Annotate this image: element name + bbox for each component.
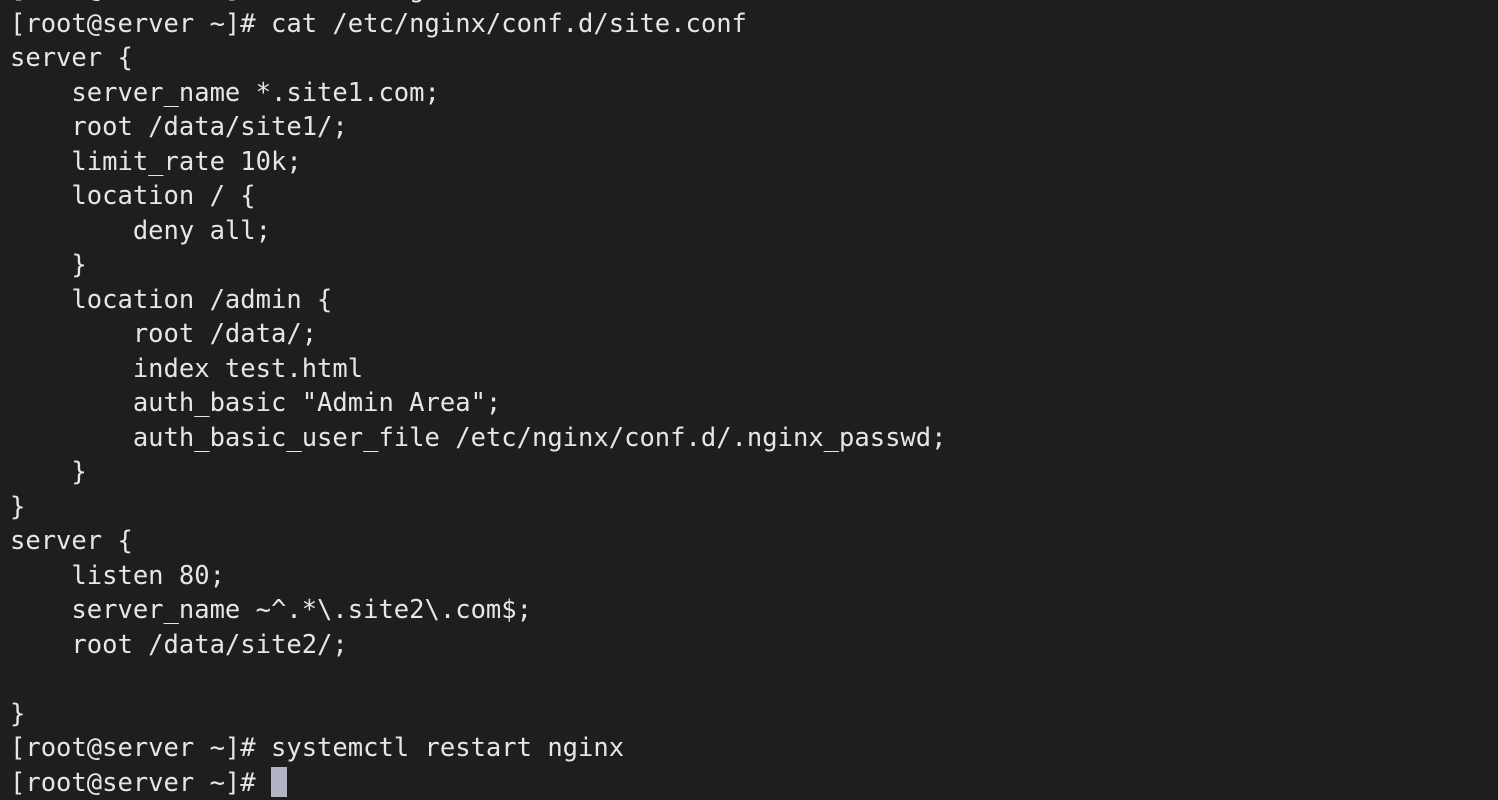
terminal-line: limit_rate 10k; [0,145,1498,180]
terminal-line: server { [0,524,1498,559]
terminal-screen[interactable]: [root@server ~]# vi /etc/nginx/conf.d/si… [0,0,1498,800]
terminal-line: root /data/site2/; [0,628,1498,663]
terminal-line: server_name ~^.*\.site2\.com$; [0,593,1498,628]
terminal-line: location / { [0,179,1498,214]
terminal-window[interactable]: [root@server ~]# vi /etc/nginx/conf.d/si… [0,0,1498,799]
terminal-line: [root@server ~]# systemctl restart nginx [0,731,1498,766]
terminal-line: location /admin { [0,283,1498,318]
terminal-line: listen 80; [0,559,1498,594]
terminal-line: root /data/; [0,317,1498,352]
terminal-line: index test.html [0,352,1498,387]
terminal-line: } [0,248,1498,283]
terminal-line: server_name *.site1.com; [0,76,1498,111]
terminal-line: root /data/site1/; [0,110,1498,145]
shell-prompt: [root@server ~]# [10,768,271,798]
terminal-line: } [0,455,1498,490]
terminal-line: } [0,490,1498,525]
terminal-line: auth_basic "Admin Area"; [0,386,1498,421]
terminal-line: server { [0,41,1498,76]
terminal-prompt-line[interactable]: [root@server ~]# [0,766,1498,800]
text-cursor [271,767,287,797]
terminal-line [0,662,1498,697]
terminal-line: auth_basic_user_file /etc/nginx/conf.d/.… [0,421,1498,456]
terminal-line: [root@server ~]# cat /etc/nginx/conf.d/s… [0,7,1498,42]
terminal-line: } [0,697,1498,732]
terminal-line: deny all; [0,214,1498,249]
